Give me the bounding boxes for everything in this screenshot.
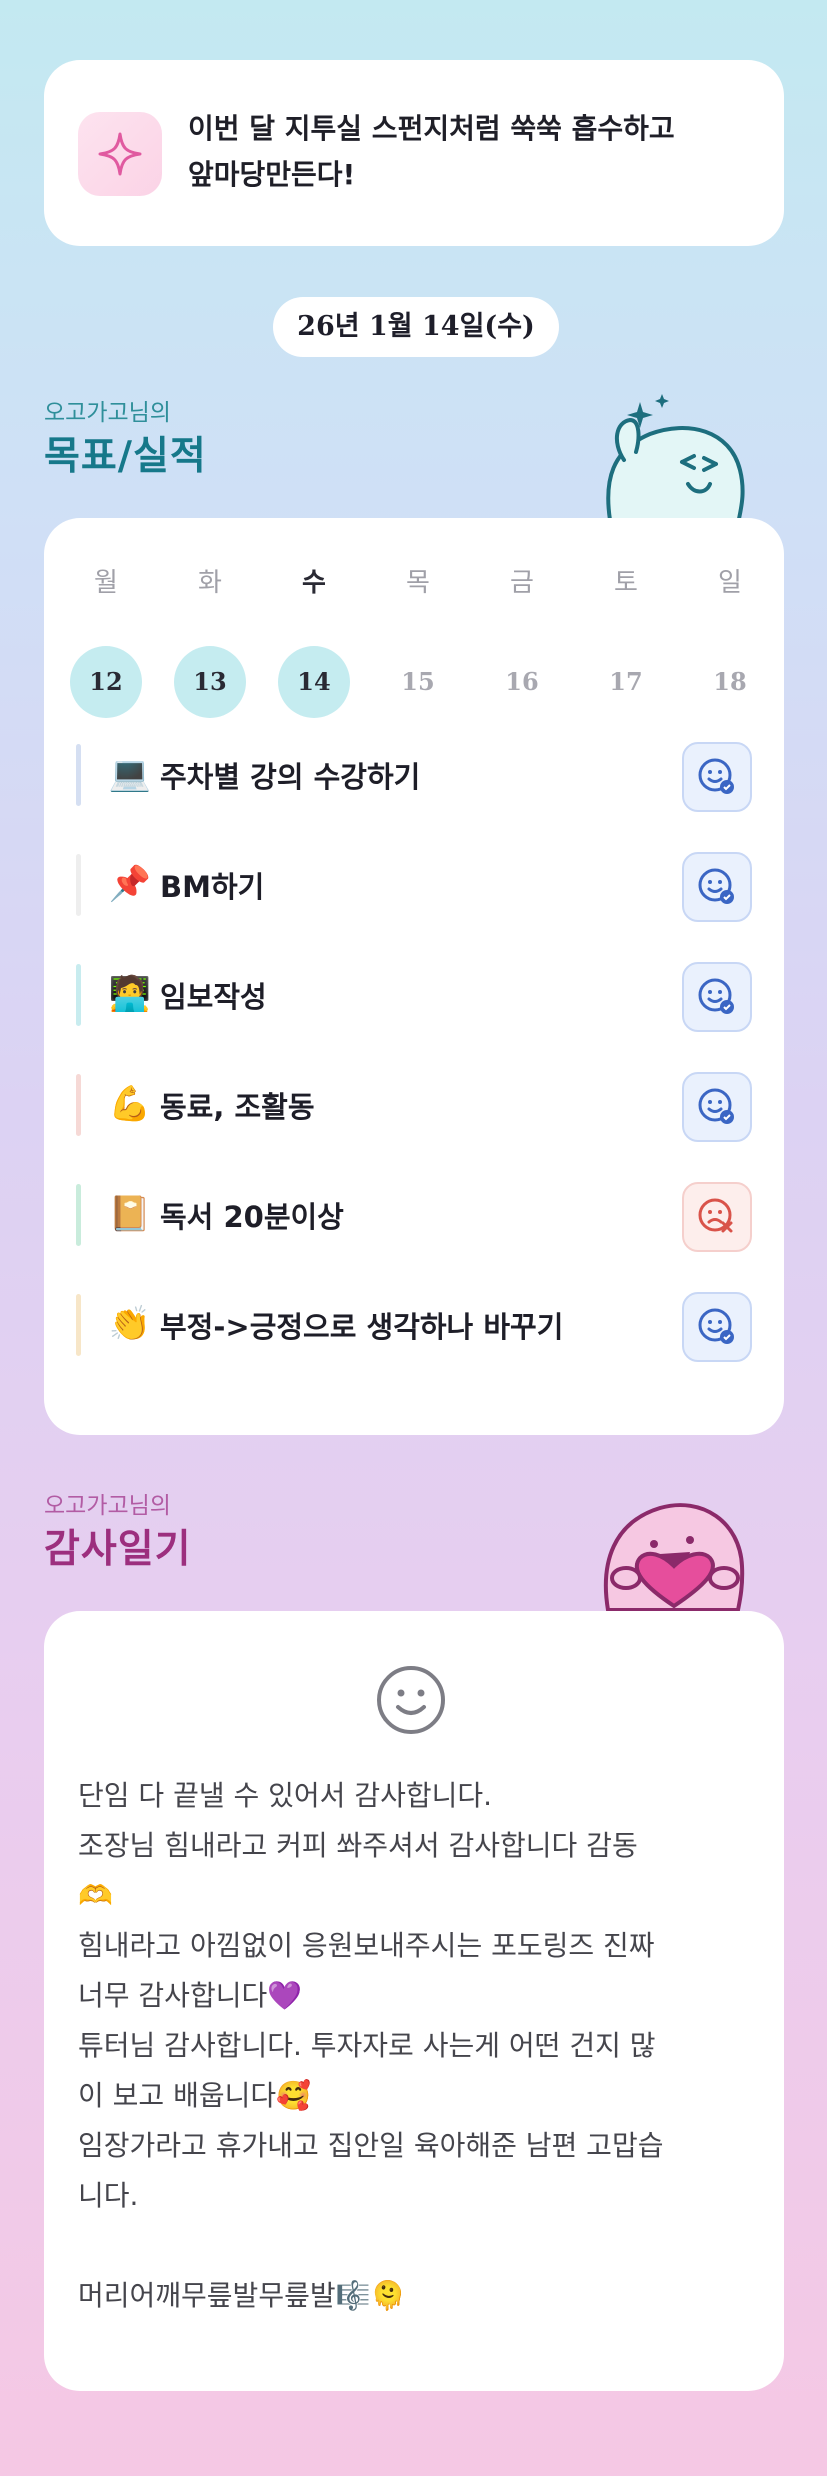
laptop-icon: 💻 xyxy=(108,754,152,794)
heart-mascot-icon xyxy=(603,1503,745,1612)
gratitude-diary-text: 단임 다 끝낼 수 있어서 감사합니다. 조장님 힘내라고 커피 쏴주셔서 감사… xyxy=(78,1779,664,2312)
weekday-label: 목 xyxy=(406,568,430,597)
goal-label: 독서 20분이상 xyxy=(160,1200,344,1234)
goal-status-button[interactable] xyxy=(682,852,752,922)
goal-color-bar xyxy=(76,854,81,916)
goals-card: 월 화 수 목 금 토 일 12 13 14 15 16 17 18 💻 주차별… xyxy=(44,518,784,1435)
technologist-icon: 🧑‍💻 xyxy=(108,974,152,1014)
weekday-label: 수 xyxy=(302,568,326,597)
smile-check-icon xyxy=(698,868,734,904)
gratitude-card: 단임 다 끝낼 수 있어서 감사합니다. 조장님 힘내라고 커피 쏴주셔서 감사… xyxy=(44,1611,784,2391)
pushpin-icon: 📌 xyxy=(108,864,152,904)
goals-title: 목표/실적 xyxy=(44,434,207,479)
day-17[interactable]: 17 xyxy=(590,646,662,718)
smile-check-icon xyxy=(698,758,734,794)
day-14[interactable]: 14 xyxy=(278,646,350,718)
goal-label: BM하기 xyxy=(160,870,265,904)
sparkle-icon xyxy=(78,112,162,196)
smile-check-icon xyxy=(698,978,734,1014)
goals-subtitle: 오고가고님의 xyxy=(44,400,171,426)
goal-color-bar xyxy=(76,1184,81,1246)
goal-status-button[interactable] xyxy=(682,742,752,812)
thanks-subtitle: 오고가고님의 xyxy=(44,1493,171,1519)
ghost-mascot-icon xyxy=(606,394,745,525)
flexed-biceps-icon: 💪 xyxy=(108,1084,152,1124)
smiley-icon xyxy=(377,1666,445,1734)
goal-color-bar xyxy=(76,744,81,806)
day-16[interactable]: 16 xyxy=(486,646,558,718)
day-12[interactable]: 12 xyxy=(70,646,142,718)
notebook-icon: 📔 xyxy=(108,1194,152,1234)
clapping-hands-icon: 👏 xyxy=(108,1304,152,1344)
smile-check-icon xyxy=(698,1308,734,1344)
goal-status-button[interactable] xyxy=(682,962,752,1032)
goal-item[interactable]: 📔 독서 20분이상 xyxy=(76,1176,752,1254)
day-13[interactable]: 13 xyxy=(174,646,246,718)
goal-color-bar xyxy=(76,1294,81,1356)
goal-color-bar xyxy=(76,1074,81,1136)
goal-item[interactable]: 🧑‍💻 임보작성 xyxy=(76,956,752,1034)
date-pill[interactable]: 26년 1월 14일(수) xyxy=(273,297,559,357)
goal-color-bar xyxy=(76,964,81,1026)
goal-label: 부정->긍정으로 생각하나 바꾸기 xyxy=(160,1310,564,1344)
smile-check-icon xyxy=(698,1088,734,1124)
weekday-label: 일 xyxy=(718,568,742,597)
frown-x-icon xyxy=(698,1198,733,1233)
goal-status-button[interactable] xyxy=(682,1182,752,1252)
goal-label: 주차별 강의 수강하기 xyxy=(160,760,421,794)
day-15[interactable]: 15 xyxy=(382,646,454,718)
goal-item[interactable]: 💪 동료, 조활동 xyxy=(76,1066,752,1144)
day-18[interactable]: 18 xyxy=(694,646,766,718)
weekday-label: 월 xyxy=(94,568,118,597)
goal-label: 임보작성 xyxy=(160,980,267,1014)
motto-text: 이번 달 지투실 스펀지처럼 쑥쑥 흡수하고 앞마당만든다! xyxy=(188,112,675,191)
goal-item[interactable]: 💻 주차별 강의 수강하기 xyxy=(76,736,752,814)
thanks-title: 감사일기 xyxy=(44,1527,192,1572)
goal-label: 동료, 조활동 xyxy=(160,1090,315,1124)
weekday-label: 금 xyxy=(510,568,534,597)
goal-status-button[interactable] xyxy=(682,1292,752,1362)
goal-status-button[interactable] xyxy=(682,1072,752,1142)
goal-item[interactable]: 👏 부정->긍정으로 생각하나 바꾸기 xyxy=(76,1286,752,1364)
motto-card: 이번 달 지투실 스펀지처럼 쑥쑥 흡수하고 앞마당만든다! xyxy=(44,60,784,246)
goal-item[interactable]: 📌 BM하기 xyxy=(76,846,752,924)
weekday-label: 화 xyxy=(198,568,222,597)
weekday-label: 토 xyxy=(614,568,638,597)
